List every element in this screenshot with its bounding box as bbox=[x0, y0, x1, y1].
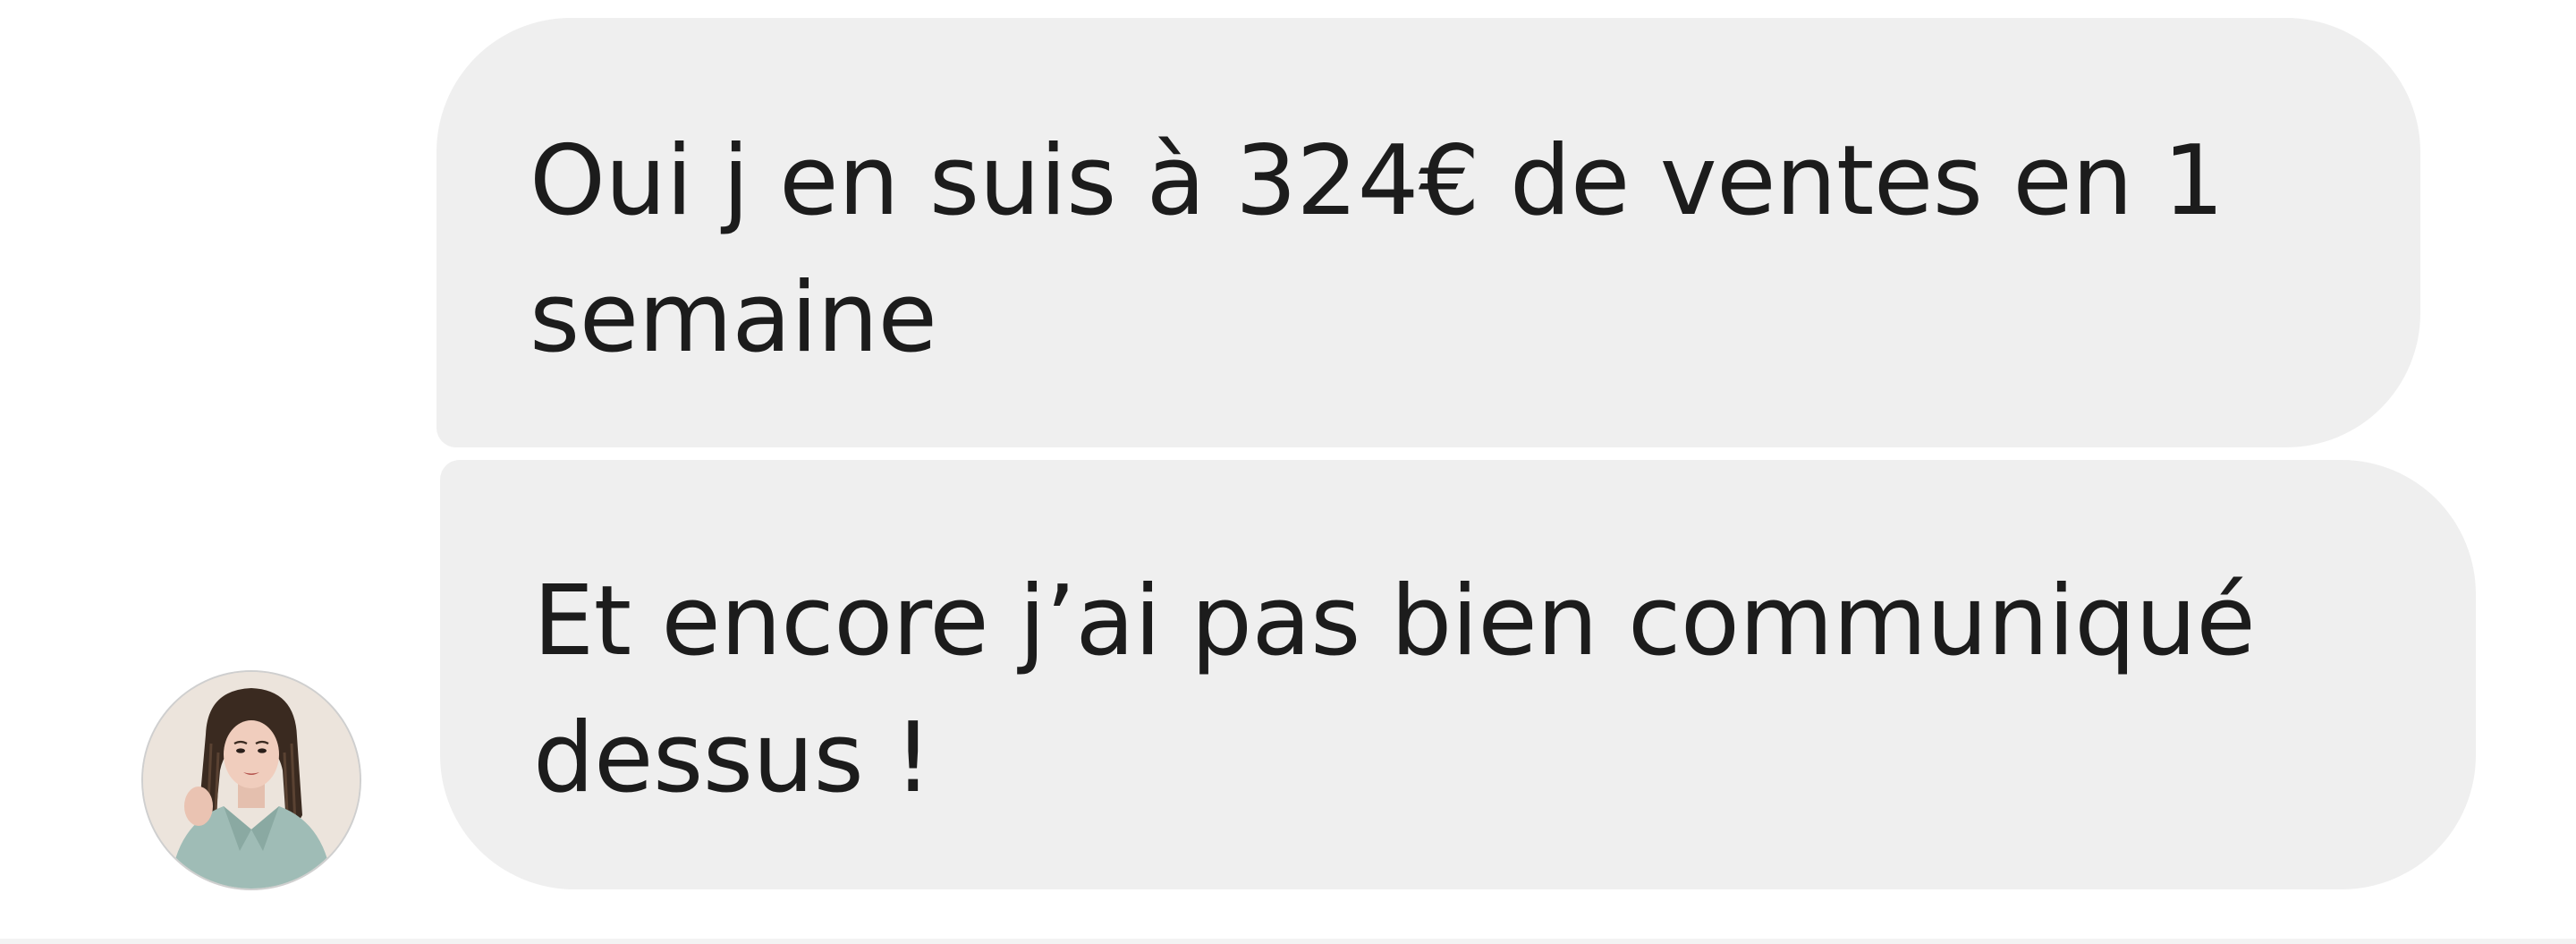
message-thread: Oui j en suis à 324€ de ventes en 1 sema… bbox=[0, 0, 2576, 944]
message-bubble[interactable]: Et encore j’ai pas bien communiqué dessu… bbox=[440, 460, 2476, 889]
profile-photo-avatar-icon bbox=[143, 672, 360, 889]
bottom-divider bbox=[0, 939, 2576, 944]
message-text-line: Et encore j’ai pas bien communiqué bbox=[533, 566, 2256, 677]
message-text-line: semaine bbox=[530, 262, 937, 374]
sender-avatar[interactable] bbox=[143, 672, 360, 889]
message-text-line: Oui j en suis à 324€ de ventes en 1 bbox=[530, 125, 2224, 237]
message-bubble[interactable]: Oui j en suis à 324€ de ventes en 1 sema… bbox=[436, 18, 2420, 447]
message-text-line: dessus ! bbox=[533, 702, 932, 814]
